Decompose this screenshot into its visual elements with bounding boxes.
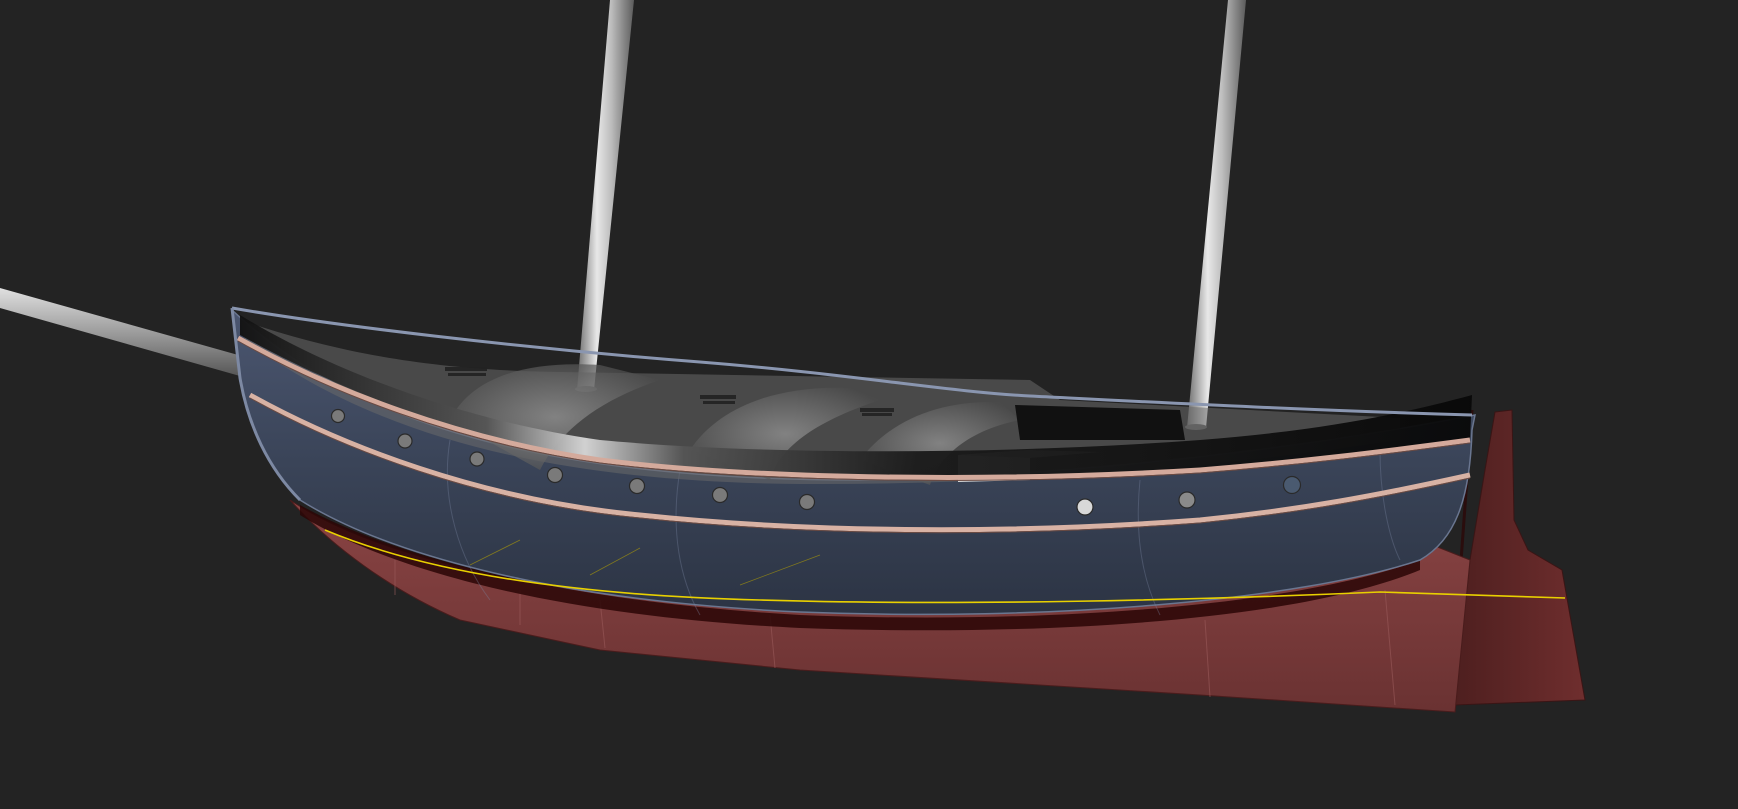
mast-fore: [575, 0, 634, 392]
porthole: [711, 486, 729, 504]
boat-render-viewport: [0, 0, 1738, 809]
porthole: [628, 477, 646, 495]
porthole: [330, 408, 346, 424]
porthole: [1076, 498, 1094, 516]
porthole: [469, 451, 485, 467]
mast-main: [1185, 0, 1246, 430]
porthole: [1178, 491, 1196, 509]
porthole: [546, 466, 564, 484]
porthole: [798, 493, 816, 511]
boat-render: [0, 0, 1586, 713]
porthole: [1282, 475, 1302, 495]
porthole: [397, 433, 413, 449]
bowsprit: [0, 288, 256, 380]
